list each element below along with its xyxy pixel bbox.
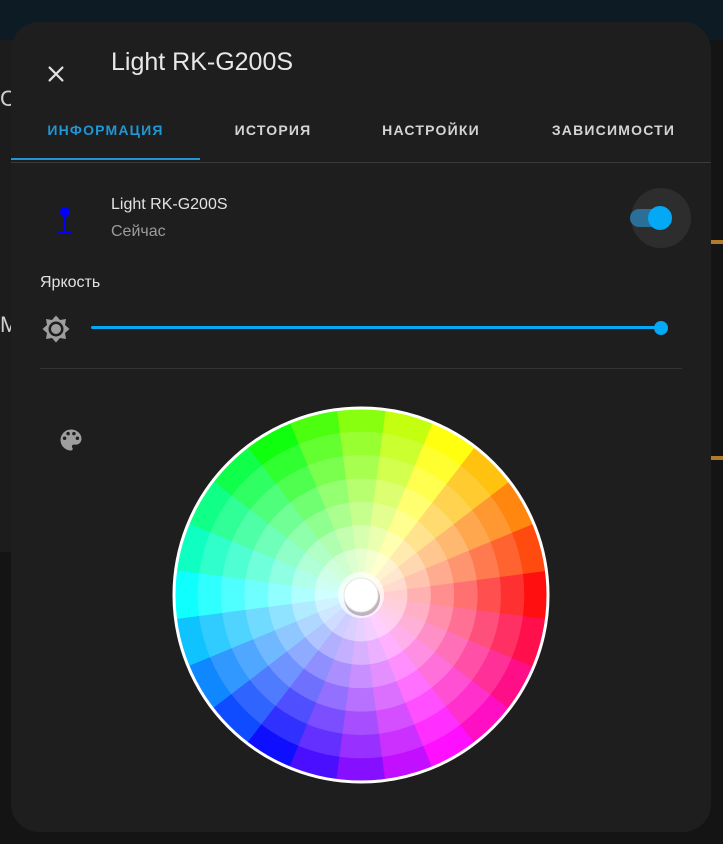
color-wheel-segment <box>430 582 455 608</box>
color-wheel-segment <box>522 570 549 620</box>
entity-name: Light RK-G200S <box>111 196 228 213</box>
color-wheel-segment <box>197 573 223 617</box>
tab-info[interactable]: ИНФОРМАЦИЯ <box>11 110 200 162</box>
color-wheel[interactable] <box>171 405 551 785</box>
color-wheel-segment <box>342 710 380 736</box>
brightness-slider[interactable] <box>91 326 661 329</box>
close-icon <box>48 66 64 82</box>
background-accent <box>709 456 723 460</box>
entity-last-changed: Сейчас <box>111 223 166 240</box>
color-wheel-segment <box>267 582 292 608</box>
tab-settings[interactable]: НАСТРОЙКИ <box>346 110 516 162</box>
color-wheel-segment <box>348 664 374 689</box>
color-wheel-segment <box>476 576 502 614</box>
color-marker[interactable] <box>343 577 379 613</box>
tab-bar: ИНФОРМАЦИЯ ИСТОРИЯ НАСТРОЙКИ ЗАВИСИМОСТИ <box>11 110 711 163</box>
tab-dependencies[interactable]: ЗАВИСИМОСТИ <box>516 110 711 162</box>
color-wheel-segment <box>336 756 386 783</box>
color-wheel-segment <box>173 570 200 620</box>
color-wheel-segment <box>499 573 525 617</box>
color-wheel-segment <box>243 579 269 611</box>
more-info-dialog: Light RK-G200S ИНФОРМАЦИЯ ИСТОРИЯ НАСТРО… <box>11 22 711 832</box>
palette-icon <box>60 429 82 451</box>
dialog-title: Light RK-G200S <box>111 48 294 76</box>
color-wheel-segment <box>345 477 377 503</box>
color-wheel-segment <box>220 576 246 614</box>
color-wheel-segment <box>342 454 380 480</box>
brightness-icon <box>42 315 70 343</box>
tab-history[interactable]: ИСТОРИЯ <box>200 110 346 162</box>
toggle-knob[interactable] <box>648 206 672 230</box>
brightness-slider-handle[interactable] <box>654 321 668 335</box>
color-wheel-segment <box>339 431 383 457</box>
active-tab-indicator <box>11 158 200 160</box>
background-accent <box>709 240 723 244</box>
close-button[interactable] <box>36 54 76 94</box>
floor-lamp-icon <box>58 207 72 234</box>
color-wheel-segment <box>345 687 377 713</box>
section-divider <box>40 368 682 369</box>
brightness-label: Яркость <box>40 274 101 291</box>
color-wheel-segment <box>339 733 383 759</box>
color-wheel-segment <box>336 407 386 434</box>
color-wheel-segment <box>348 501 374 526</box>
color-wheel-segment <box>453 579 479 611</box>
